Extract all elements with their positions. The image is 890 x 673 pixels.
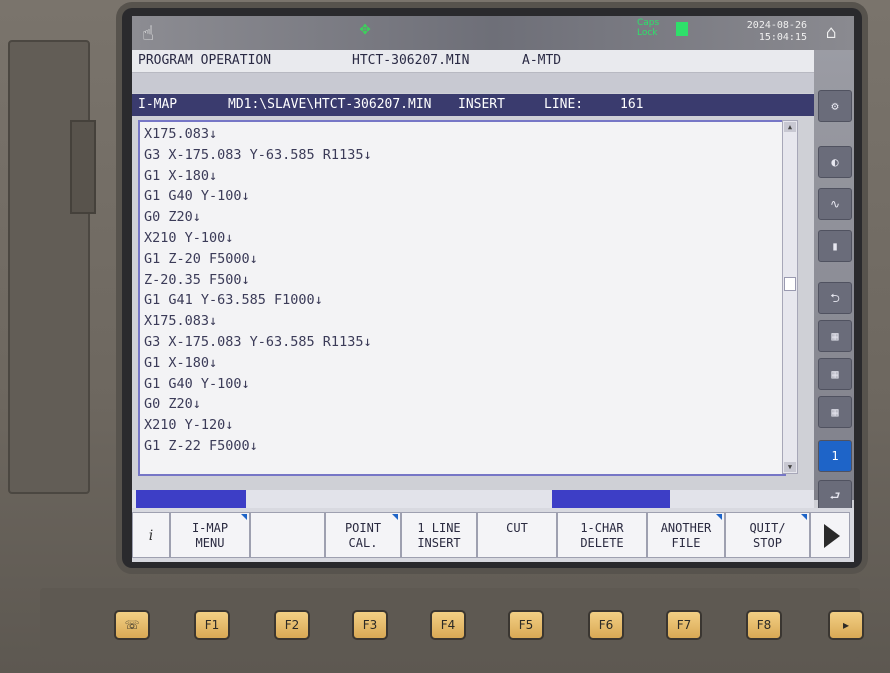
message-bar — [132, 73, 814, 93]
cnc-screen: ☝ ✥ Caps Lock 2024-08-26 15:04:15 ⌂ PROG… — [132, 16, 854, 562]
point-cal-label: POINT CAL. — [344, 521, 382, 550]
code-line[interactable]: X175.083↓ — [144, 311, 764, 332]
hand-icon[interactable]: ☝ — [142, 22, 168, 44]
machine-name: A-MTD — [522, 53, 562, 68]
char-delete-button[interactable]: 1-CHAR DELETE — [557, 512, 647, 558]
function-key-f7[interactable]: F7 — [666, 610, 702, 640]
softkey-f2-button[interactable] — [250, 512, 325, 558]
scroll-thumb[interactable] — [784, 277, 796, 291]
file-icon — [676, 22, 688, 36]
right-tool-panel: ⚙ ◐ ∿ ▮ ⮌ ▦ ▦ ▦ 1 ⮐ — [814, 50, 854, 512]
program-editor[interactable]: X175.083↓ G3 X-175.083 Y-63.585 R1135↓ G1 … — [138, 120, 786, 476]
code-line[interactable]: G1 G41 Y-63.585 F1000↓ — [144, 290, 764, 311]
imap-menu-label: I-MAP MENU — [191, 521, 229, 550]
line-insert-label: 1 LINE INSERT — [417, 521, 461, 550]
code-line[interactable]: G3 X-175.083 Y-63.585 R1135↓ — [144, 332, 764, 353]
window-w1-icon[interactable]: ◐ — [818, 146, 852, 178]
status-bar: ☝ ✥ Caps Lock 2024-08-26 15:04:15 ⌂ — [132, 16, 854, 50]
code-line[interactable]: G1 X-180↓ — [144, 353, 764, 374]
another-file-button[interactable]: ANOTHER FILE — [647, 512, 725, 558]
code-line[interactable]: X175.083↓ — [144, 124, 764, 145]
program-bar: PROGRAM OPERATION HTCT-306207.MIN A-MTD — [132, 50, 854, 73]
file-path: MD1:\SLAVE\HTCT-306207.MIN — [228, 97, 432, 112]
screen-s3-icon[interactable]: ▦ — [818, 358, 852, 390]
imap-menu-button[interactable]: I-MAP MENU — [170, 512, 250, 558]
editor-scrollbar[interactable]: ▲ ▼ — [782, 120, 798, 474]
code-line[interactable]: G0 Z20↓ — [144, 394, 764, 415]
point-cal-button[interactable]: POINT CAL. — [325, 512, 401, 558]
softkey-indicator-left — [136, 490, 246, 508]
softkey-indicator-right — [552, 490, 670, 508]
function-key-f2[interactable]: F2 — [274, 610, 310, 640]
next-key[interactable]: ▸ — [828, 610, 864, 640]
code-line[interactable]: G1 Z-22 F5000↓ — [144, 436, 764, 457]
function-key-f6[interactable]: F6 — [588, 610, 624, 640]
code-line[interactable]: G1 Z-20 F5000↓ — [144, 249, 764, 270]
settings-icon[interactable]: ⚙ — [818, 90, 852, 122]
function-key-f5[interactable]: F5 — [508, 610, 544, 640]
calculator-icon[interactable]: ▦ — [818, 396, 852, 428]
edit-mode: INSERT — [458, 97, 505, 112]
code-line[interactable]: G1 G40 Y-100↓ — [144, 186, 764, 207]
line-number: 161 — [620, 97, 644, 112]
code-line[interactable]: G0 Z20↓ — [144, 207, 764, 228]
function-key-f1[interactable]: F1 — [194, 610, 230, 640]
screen-s1-icon[interactable]: ▦ — [818, 320, 852, 352]
line-insert-button[interactable]: 1 LINE INSERT — [401, 512, 477, 558]
next-softkeys-arrow-icon[interactable] — [810, 512, 850, 558]
move-icon[interactable]: ✥ — [354, 18, 376, 40]
operation-mode: PROGRAM OPERATION — [138, 53, 272, 68]
screen-switch-icon[interactable]: ⮌ — [818, 282, 852, 314]
quit-stop-label: QUIT/ STOP — [749, 521, 786, 550]
cut-label: CUT — [506, 521, 528, 535]
char-delete-label: 1-CHAR DELETE — [580, 521, 624, 550]
window-w3-icon[interactable]: ∿ — [818, 188, 852, 220]
code-lines[interactable]: X175.083↓ G3 X-175.083 Y-63.585 R1135↓ G1 … — [144, 124, 764, 457]
code-line[interactable]: X210 Y-100↓ — [144, 228, 764, 249]
window-w4-icon[interactable]: ▮ — [818, 230, 852, 262]
function-key-f8[interactable]: F8 — [746, 610, 782, 640]
view-name: I-MAP — [138, 97, 178, 112]
code-line[interactable]: X210 Y-120↓ — [144, 415, 764, 436]
page-indicator[interactable]: 1 — [818, 440, 852, 472]
scroll-down-arrow[interactable]: ▼ — [784, 462, 796, 472]
message-key[interactable]: ☏ — [114, 610, 150, 640]
scroll-up-arrow[interactable]: ▲ — [784, 122, 796, 132]
date: 2024-08-26 — [746, 20, 807, 31]
caps-lock-indicator: Caps Lock — [637, 18, 660, 38]
side-panel — [8, 40, 90, 494]
editor-title-bar: I-MAP MD1:\SLAVE\HTCT-306207.MIN INSERT … — [132, 94, 814, 116]
softkey-bar: i I-MAP MENU POINT CAL. 1 LINE INSERT CU… — [132, 508, 854, 562]
line-label: LINE: — [544, 97, 584, 112]
code-line[interactable]: G1 X-180↓ — [144, 166, 764, 187]
code-line[interactable]: G3 X-175.083 Y-63.585 R1135↓ — [144, 145, 764, 166]
side-latch — [70, 120, 96, 214]
another-file-label: ANOTHER FILE — [660, 521, 712, 550]
time: 15:04:15 — [758, 32, 807, 43]
code-line[interactable]: G1 G40 Y-100↓ — [144, 374, 764, 395]
quit-stop-button[interactable]: QUIT/ STOP — [725, 512, 810, 558]
function-key-f3[interactable]: F3 — [352, 610, 388, 640]
home-icon[interactable]: ⌂ — [820, 22, 842, 44]
datetime: 2024-08-26 15:04:15 — [717, 20, 807, 46]
code-line[interactable]: Z-20.35 F500↓ — [144, 270, 764, 291]
info-icon[interactable]: i — [132, 512, 170, 558]
program-name: HTCT-306207.MIN — [352, 53, 470, 68]
cut-button[interactable]: CUT — [477, 512, 557, 558]
function-key-f4[interactable]: F4 — [430, 610, 466, 640]
